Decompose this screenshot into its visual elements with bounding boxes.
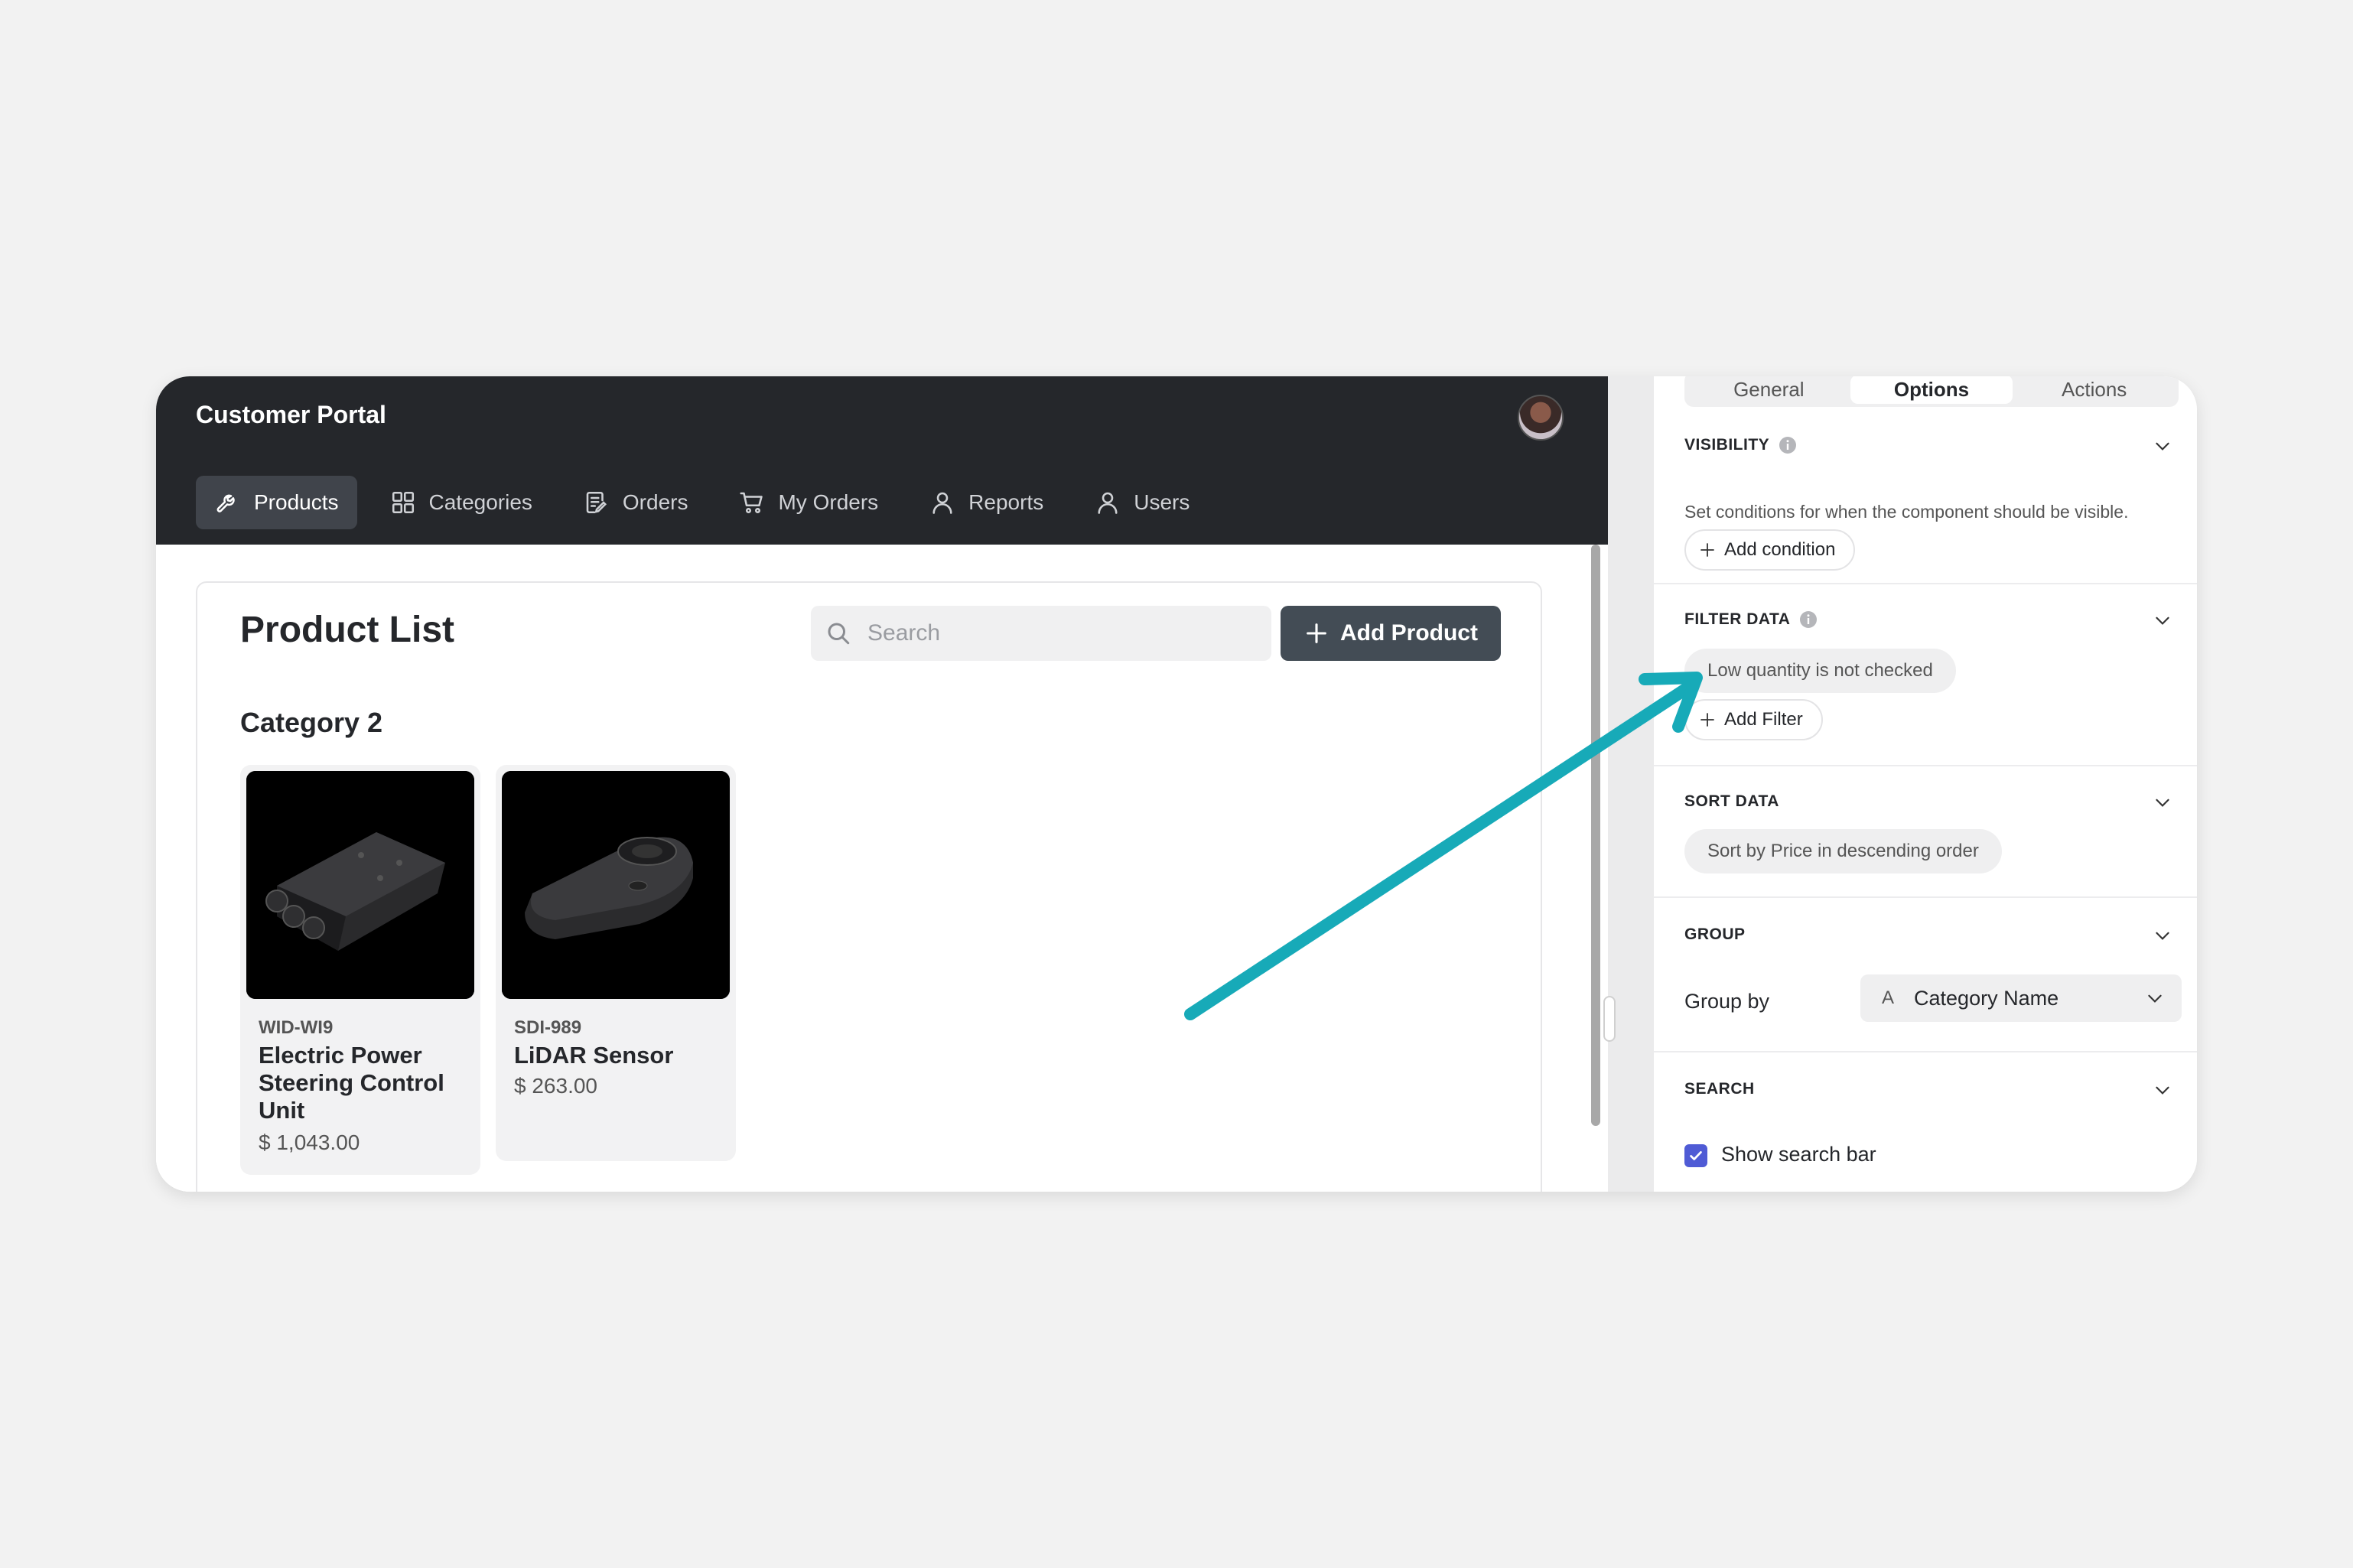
page-title: Product List: [240, 610, 455, 650]
chevron-down-icon[interactable]: [2153, 926, 2172, 945]
tab-general[interactable]: General: [1687, 376, 1850, 404]
plus-icon: [1700, 543, 1714, 557]
document-edit-icon: [586, 491, 607, 514]
nav-item-my-orders[interactable]: My Orders: [720, 476, 897, 529]
visibility-description: Set conditions for when the component sh…: [1684, 502, 2129, 522]
nav-item-reports[interactable]: Reports: [910, 476, 1062, 529]
plus-icon: [1700, 713, 1714, 727]
panel-divider: [1608, 376, 1654, 1192]
nav-item-categories[interactable]: Categories: [371, 476, 551, 529]
product-price: $ 1,043.00: [259, 1130, 360, 1154]
sort-heading[interactable]: SORT DATA: [1684, 792, 1779, 811]
nav-item-users[interactable]: Users: [1076, 476, 1208, 529]
product-image: [502, 771, 730, 999]
add-product-label: Add Product: [1340, 620, 1478, 646]
product-name: Electric Power Steering Control Unit: [259, 1042, 444, 1124]
group-by-select[interactable]: A Category Name: [1860, 974, 2182, 1022]
nav-label: Reports: [968, 490, 1044, 514]
group-by-value: Category Name: [1914, 986, 2059, 1010]
search-box[interactable]: [811, 606, 1271, 661]
sort-chip[interactable]: Sort by Price in descending order: [1684, 829, 2002, 873]
search-section: SEARCH Show search bar: [1654, 1052, 2197, 1192]
chevron-down-icon[interactable]: [2153, 1080, 2172, 1100]
add-filter-button[interactable]: Add Filter: [1684, 699, 1823, 740]
checkmark-icon: [1690, 1151, 1702, 1160]
add-condition-button[interactable]: Add condition: [1684, 529, 1856, 571]
nav-item-products[interactable]: Products: [196, 476, 357, 529]
properties-panel: General Options Actions VISIBILITY Set c…: [1654, 376, 2197, 1192]
product-sku: SDI-989: [514, 1017, 582, 1038]
chevron-down-icon[interactable]: [2153, 436, 2172, 456]
nav-item-orders[interactable]: Orders: [565, 476, 707, 529]
top-bar: Customer Portal Products Categories Orde…: [156, 376, 1608, 545]
person-icon: [1098, 492, 1118, 514]
app-window: Customer Portal Products Categories Orde…: [156, 376, 2197, 1192]
category-heading: Category 2: [240, 707, 383, 738]
lidar-sensor-image: [502, 771, 730, 999]
search-icon: [828, 623, 850, 645]
nav-label: My Orders: [778, 490, 879, 514]
product-image: [246, 771, 474, 999]
resize-handle[interactable]: [1603, 996, 1616, 1042]
chevron-down-icon[interactable]: [2153, 610, 2172, 630]
add-condition-label: Add condition: [1724, 539, 1836, 560]
sort-section: SORT DATA Sort by Price in descending or…: [1654, 766, 2197, 898]
text-type-icon: A: [1882, 987, 1895, 1008]
group-by-label: Group by: [1684, 990, 1770, 1013]
tab-options[interactable]: Options: [1850, 376, 2013, 404]
section-heading[interactable]: VISIBILITY: [1684, 436, 1797, 454]
nav-label: Products: [254, 490, 339, 514]
filter-section: FILTER DATA Low quantity is not checked …: [1654, 584, 2197, 766]
customer-portal-app: Customer Portal Products Categories Orde…: [156, 376, 1608, 1192]
product-price: $ 263.00: [514, 1074, 597, 1098]
avatar[interactable]: [1518, 395, 1564, 441]
main-content: Product List Add Product Category 2: [156, 545, 1608, 1192]
scrollbar-thumb[interactable]: [1591, 545, 1600, 1126]
plus-icon: [1307, 623, 1326, 643]
person-icon: [932, 492, 952, 514]
chevron-down-icon: [2148, 994, 2162, 1003]
grid-icon: [392, 491, 414, 514]
tab-actions[interactable]: Actions: [2013, 376, 2176, 404]
main-nav: Products Categories Orders My Orders Rep…: [196, 476, 1222, 529]
show-search-label: Show search bar: [1721, 1143, 1876, 1166]
control-unit-image: [246, 771, 474, 999]
product-sku: WID-WI9: [259, 1017, 334, 1038]
group-section: GROUP Group by A Category Name: [1654, 898, 2197, 1052]
group-heading[interactable]: GROUP: [1684, 926, 1746, 944]
nav-label: Categories: [428, 490, 532, 514]
add-filter-label: Add Filter: [1724, 709, 1803, 730]
visibility-section: VISIBILITY Set conditions for when the c…: [1654, 407, 2197, 584]
add-product-button[interactable]: Add Product: [1281, 606, 1501, 661]
product-card[interactable]: WID-WI9 Electric Power Steering Control …: [240, 765, 480, 1175]
filter-heading: FILTER DATA: [1684, 610, 1791, 628]
app-title: Customer Portal: [196, 401, 386, 428]
info-icon[interactable]: [1779, 436, 1797, 454]
product-list-card: Product List Add Product Category 2: [196, 581, 1542, 1192]
search-heading[interactable]: SEARCH: [1684, 1080, 1755, 1098]
nav-label: Users: [1134, 490, 1190, 514]
info-icon[interactable]: [1799, 610, 1818, 629]
filter-chip[interactable]: Low quantity is not checked: [1684, 649, 1956, 693]
wrench-icon: [216, 494, 235, 512]
cart-icon: [740, 492, 763, 514]
nav-label: Orders: [622, 490, 688, 514]
product-card[interactable]: SDI-989 LiDAR Sensor $ 263.00: [496, 765, 736, 1161]
chevron-down-icon[interactable]: [2153, 792, 2172, 812]
product-name: LiDAR Sensor: [514, 1042, 674, 1069]
visibility-heading: VISIBILITY: [1684, 436, 1770, 454]
section-heading[interactable]: FILTER DATA: [1684, 610, 1818, 629]
search-input[interactable]: [866, 620, 1236, 647]
panel-tabs: General Options Actions: [1684, 376, 2179, 407]
show-search-checkbox[interactable]: [1684, 1144, 1707, 1167]
